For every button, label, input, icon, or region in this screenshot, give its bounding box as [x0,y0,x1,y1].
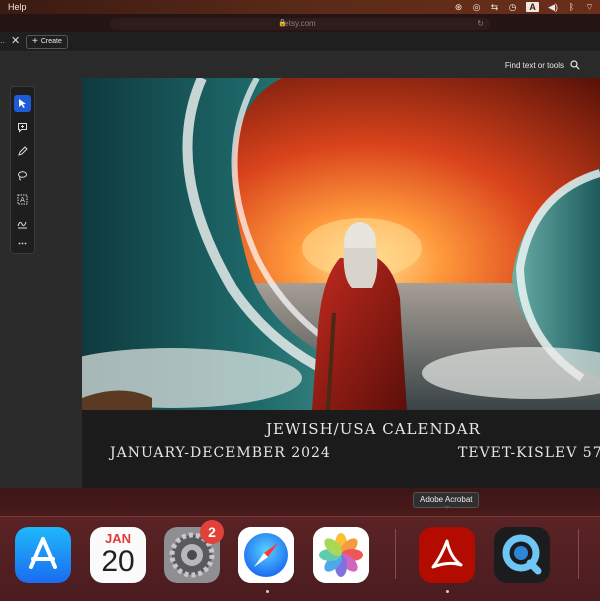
tab-overflow-icon[interactable]: .. [0,35,5,45]
calendar-title: JEWISH/USA CALENDAR [266,420,481,438]
dock-calendar[interactable]: JAN 20 [90,527,146,583]
volume-icon[interactable]: ◀) [548,0,558,14]
signature-icon [17,221,27,229]
plus-icon: + [32,36,38,47]
dock-adobe-acrobat[interactable] [419,527,475,583]
notification-badge: 2 [200,520,224,544]
time-machine-icon[interactable]: ◷ [508,0,517,14]
text-tool-button[interactable]: A [14,191,31,208]
address-url: etsy.com [284,19,316,28]
compass-icon [238,527,294,583]
acrobat-icon [419,527,475,583]
find-tools-label: Find text or tools [504,60,564,70]
copilot-icon[interactable]: ⊛ [454,0,463,14]
close-tab-icon[interactable]: ✕ [11,35,20,47]
acrobat-tab-bar: .. ✕ + Create [0,32,600,52]
running-indicator-safari [266,590,269,593]
wifi-icon[interactable]: ⌔ [585,0,594,14]
desktop-background [0,488,600,518]
dock-divider [395,529,396,579]
comment-tool-button[interactable] [14,119,31,136]
dock-quicktime[interactable] [494,527,550,583]
browser-toolbar: 🔒 etsy.com ↻ [0,14,600,32]
lasso-icon [18,171,27,181]
pdf-page: JEWISH/USA CALENDAR JANUARY-DECEMBER 202… [82,78,600,488]
more-icon [18,242,27,245]
dock-tooltip-tail [444,506,450,509]
text-box-icon: A [17,194,28,205]
acrobat-toolbar: Find text or tools [0,52,600,78]
photos-icon [313,527,369,583]
calendar-month: JAN [104,531,131,546]
menu-bar: Help ⊛ ◎ ⇆ ◷ A ◀) ᛒ ⌔ [0,0,600,14]
running-indicator-acrobat [446,590,449,593]
quick-tools-rail: A [10,86,35,254]
dock-photos[interactable] [313,527,369,583]
lock-icon: 🔒 [278,20,287,27]
dock-safari[interactable] [238,527,294,583]
search-icon [570,60,580,70]
dock-app-store[interactable] [15,527,71,583]
gregorian-range: JANUARY-DECEMBER 2024 [110,445,331,461]
comment-icon [18,123,27,133]
sync-icon[interactable]: ⇆ [490,0,499,14]
lasso-tool-button[interactable] [14,167,31,184]
cover-image [82,78,600,410]
pen-icon [18,146,28,156]
cursor-arrow-icon [19,99,26,108]
quicktime-icon [494,527,550,583]
find-tools-button[interactable]: Find text or tools [505,60,580,70]
refresh-icon[interactable]: ↻ [477,18,484,30]
status-tray: ⊛ ◎ ⇆ ◷ A ◀) ᛒ ⌔ [454,0,594,14]
more-tools-button[interactable] [14,235,31,252]
dock-divider-right [578,529,579,579]
draw-tool-button[interactable] [14,143,31,160]
calendar-day: 20 [101,545,135,578]
cover-illustration [82,78,600,410]
svg-text:A: A [20,196,25,204]
input-source-icon[interactable]: A [526,2,540,12]
select-tool-button[interactable] [14,95,31,112]
bluetooth-icon[interactable]: ᛒ [567,0,576,14]
hebrew-range: TEVET-KISLEV 5784 [458,445,600,461]
app-store-icon [15,527,71,583]
document-workspace: A JEWISH/USA CALENDAR JANUARY-DECEMBER 2… [0,78,600,488]
sign-tool-button[interactable] [14,215,31,232]
dock: JAN 20 [0,516,600,601]
address-bar[interactable]: 🔒 etsy.com ↻ [110,18,490,30]
create-label: Create [40,38,62,45]
create-button[interactable]: + Create [26,35,68,49]
extension-icon[interactable]: ◎ [472,0,481,14]
menu-help[interactable]: Help [8,0,27,14]
